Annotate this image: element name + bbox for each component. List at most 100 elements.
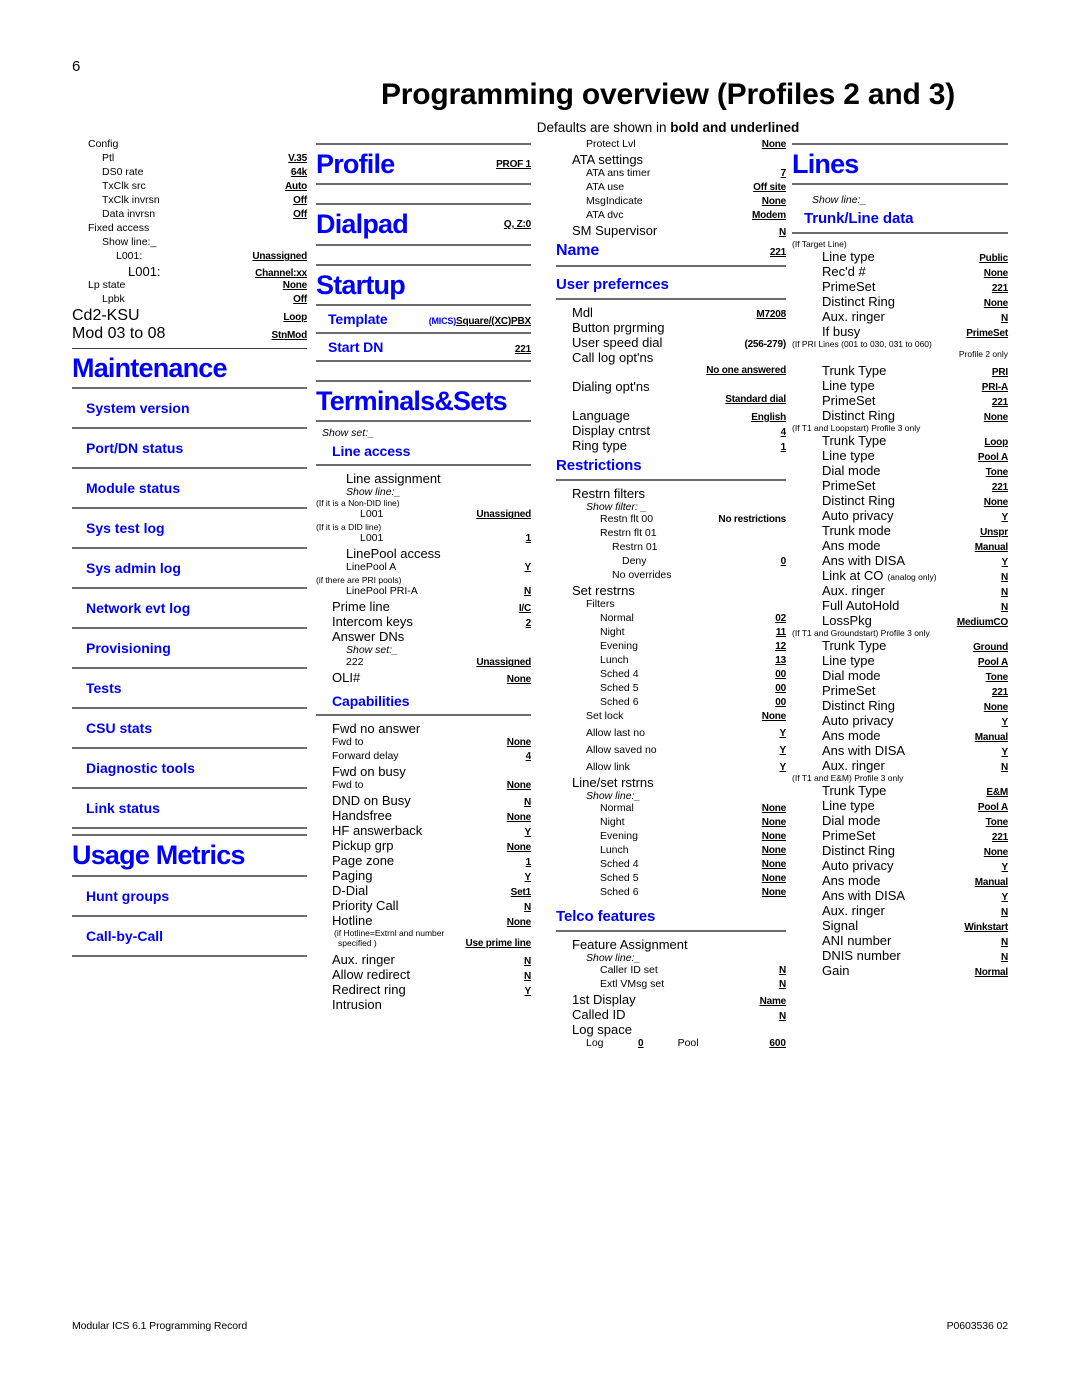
row-value: Off bbox=[293, 294, 307, 305]
template-label: Template bbox=[328, 311, 388, 328]
row-label: Page zone bbox=[332, 853, 395, 869]
row-label: PrimeSet bbox=[822, 683, 876, 699]
column-four: Lines Show line:_ Trunk/Line data (If Ta… bbox=[792, 138, 1008, 978]
fwd-no-answer-row: Fwd no answer bbox=[316, 721, 531, 736]
row-value: None bbox=[761, 803, 786, 814]
sidebar-item-link-status[interactable]: Link status bbox=[72, 794, 307, 822]
divider bbox=[316, 203, 531, 206]
row-value: N bbox=[1000, 587, 1008, 599]
row-label: Pickup grp bbox=[332, 838, 394, 854]
row-label: Ans with DISA bbox=[822, 743, 906, 759]
sidebar-item-hunt-groups[interactable]: Hunt groups bbox=[72, 882, 307, 910]
sidebar-item-sys-test-log[interactable]: Sys test log bbox=[72, 514, 307, 542]
row-value: Loop bbox=[984, 437, 1008, 449]
line-row: Line type Pool A bbox=[792, 448, 1008, 463]
row-value: Off bbox=[293, 195, 307, 206]
row-label: PrimeSet bbox=[822, 828, 876, 844]
row-label: Redirect ring bbox=[332, 982, 406, 998]
intrusion-row: Intrusion bbox=[316, 997, 531, 1012]
row-value: (256-279) bbox=[744, 339, 786, 350]
row-label: Distinct Ring bbox=[822, 294, 895, 310]
line-row: Dial mode Tone bbox=[792, 668, 1008, 683]
note-did: (If it is a DID line) bbox=[316, 522, 382, 533]
show-filter-prompt: Show filter: _ bbox=[586, 501, 647, 513]
row-value: None bbox=[282, 280, 307, 291]
divider bbox=[316, 380, 531, 383]
sidebar-item-tests[interactable]: Tests bbox=[72, 674, 307, 702]
divider bbox=[72, 747, 307, 750]
line-row: Line type Pool A bbox=[792, 653, 1008, 668]
row-label: TxClk src bbox=[102, 180, 146, 192]
l001-nondid-row: L001: Unassigned bbox=[72, 250, 307, 264]
row-label: Rec'd # bbox=[822, 264, 866, 280]
sidebar-item-port-dn-status[interactable]: Port/DN status bbox=[72, 434, 307, 462]
sidebar-item-sys-admin-log[interactable]: Sys admin log bbox=[72, 554, 307, 582]
call-log-optns-row: Call log opt'ns bbox=[556, 350, 786, 365]
subsection-restrictions: Restrictions bbox=[556, 457, 642, 474]
divider bbox=[72, 467, 307, 470]
line-row: Auto privacy Y bbox=[792, 858, 1008, 873]
row-label: Forward delay bbox=[332, 750, 399, 763]
row-label: Aux. ringer bbox=[822, 583, 885, 599]
sidebar-item-system-version[interactable]: System version bbox=[72, 394, 307, 422]
sidebar-item-module-status[interactable]: Module status bbox=[72, 474, 307, 502]
line-row: Dial mode Tone bbox=[792, 813, 1008, 828]
row-value: None bbox=[761, 196, 786, 207]
row-label: L001: bbox=[128, 264, 161, 279]
divider bbox=[72, 427, 307, 430]
capability-row: Allow redirect N bbox=[316, 967, 531, 982]
row-value: Unassigned bbox=[252, 251, 307, 262]
row-value: 4 bbox=[780, 427, 787, 438]
allow-row: Allow link Y bbox=[556, 761, 786, 775]
row-value: N bbox=[778, 965, 786, 976]
filter-row: Evening 12 bbox=[556, 640, 786, 654]
row-value: Y bbox=[524, 986, 532, 998]
row-label: Language bbox=[572, 408, 630, 423]
row-label: L001 bbox=[360, 532, 384, 545]
row-value: Pool A bbox=[977, 452, 1008, 464]
row-value: Y bbox=[1001, 747, 1009, 759]
row-value: Winkstart bbox=[964, 922, 1008, 934]
row-label: Restrn 01 bbox=[612, 541, 658, 553]
subsection-line-access: Line access bbox=[332, 443, 411, 460]
divider bbox=[316, 143, 531, 145]
sidebar-item-provisioning[interactable]: Provisioning bbox=[72, 634, 307, 662]
row-label: OLI# bbox=[332, 670, 361, 686]
row-label: LinePool access bbox=[346, 546, 441, 562]
section-heading-lines: Lines bbox=[792, 149, 859, 179]
config-row: TxClk invrsn Off bbox=[72, 194, 307, 208]
divider bbox=[316, 332, 531, 335]
line-row: Ans mode Manual bbox=[792, 873, 1008, 888]
row-label: Sched 5 bbox=[600, 872, 639, 884]
row-value: N bbox=[523, 797, 531, 809]
row-label: Aux. ringer bbox=[822, 758, 885, 774]
allow-row: Allow last no Y bbox=[556, 727, 786, 741]
sidebar-item-diagnostic-tools[interactable]: Diagnostic tools bbox=[72, 754, 307, 782]
row-value: 221 bbox=[991, 687, 1008, 699]
line-row: ANI number N bbox=[792, 933, 1008, 948]
sidebar-item-network-evt-log[interactable]: Network evt log bbox=[72, 594, 307, 622]
row-label: LinePool A bbox=[346, 561, 397, 574]
row-value: Ground bbox=[973, 642, 1008, 654]
row-label: 1st Display bbox=[572, 992, 636, 1007]
line-row: Trunk Type E&M bbox=[792, 783, 1008, 798]
restrn-filters-row: Restrn filters bbox=[556, 486, 786, 501]
profile-row: Profile PROF 1 bbox=[316, 150, 531, 179]
row-label: User speed dial bbox=[572, 335, 663, 350]
row-label: Fwd to bbox=[332, 736, 364, 749]
row-label: ATA use bbox=[586, 181, 625, 193]
sidebar-item-call-by-call[interactable]: Call-by-Call bbox=[72, 922, 307, 950]
show-line-prompt: Show line:_ bbox=[812, 194, 867, 207]
sidebar-item-csu-stats[interactable]: CSU stats bbox=[72, 714, 307, 742]
link-at-co-row: Link at CO (analog only) N bbox=[792, 568, 1008, 583]
dialpad-row: Dialpad Q, Z:0 bbox=[316, 210, 531, 239]
filters-label-row: Filters bbox=[556, 598, 786, 612]
row-value: Y bbox=[1001, 512, 1009, 524]
row-value: No restrictions bbox=[718, 514, 786, 525]
capability-row: Paging Y bbox=[316, 868, 531, 883]
button-prgrming-row: Button prgrming bbox=[556, 320, 786, 335]
row-label: Priority Call bbox=[332, 898, 399, 914]
row-label: Data invrsn bbox=[102, 208, 156, 220]
line-row: If busy PrimeSet bbox=[792, 324, 1008, 339]
divider bbox=[792, 143, 1008, 145]
